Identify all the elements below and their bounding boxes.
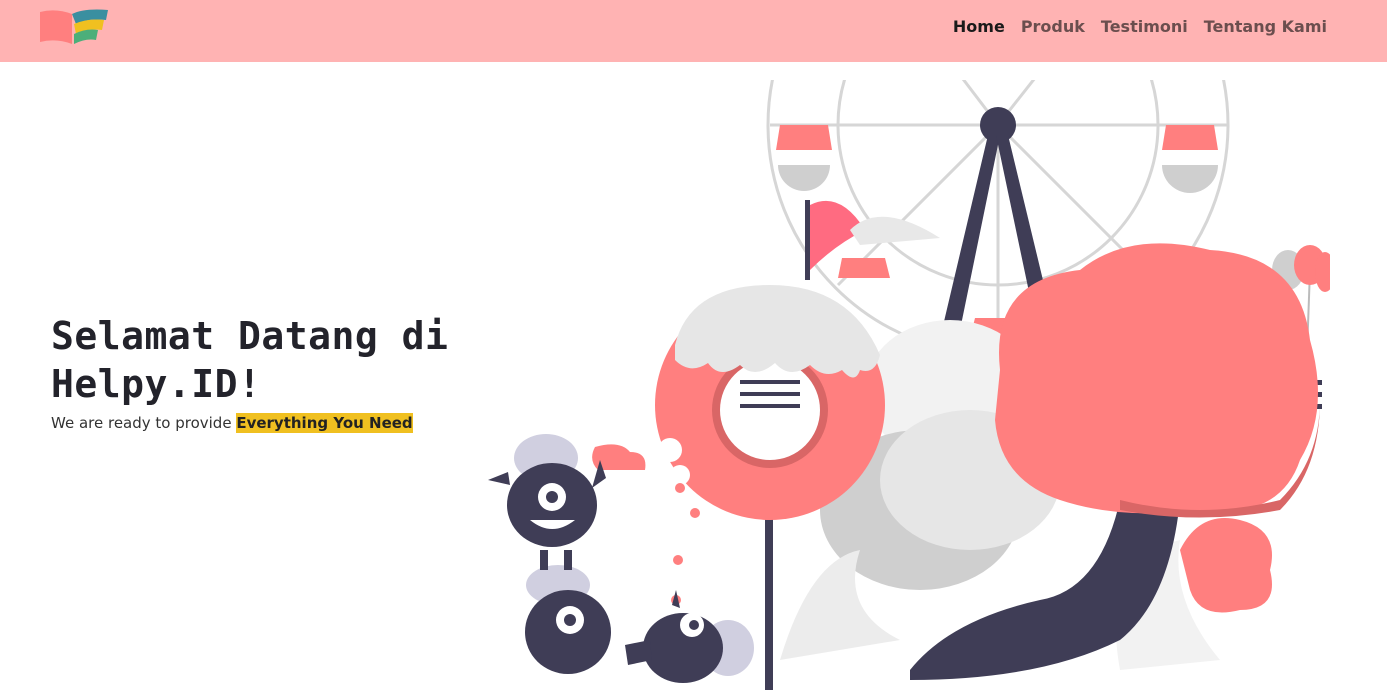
main-nav: Home Produk Testimoni Tentang Kami	[953, 17, 1327, 36]
hero-subtitle-prefix: We are ready to provide	[51, 414, 237, 432]
hero-title: Selamat Datang di Helpy.ID!	[51, 312, 471, 408]
hero-title-line2: Helpy.ID!	[51, 362, 262, 406]
nav-home-link[interactable]: Home	[953, 17, 1005, 36]
nav-produk-link[interactable]: Produk	[1021, 17, 1085, 36]
hero-subtitle-highlight: Everything You Need	[236, 413, 413, 433]
hero-subtitle: We are ready to provide Everything You N…	[51, 413, 471, 433]
amusement-park-illustration	[480, 0, 1335, 690]
hero-title-line1: Selamat Datang di	[51, 314, 449, 358]
logo-icon[interactable]	[40, 8, 110, 48]
navbar: Home Produk Testimoni Tentang Kami	[0, 0, 1387, 62]
nav-tentang-kami-link[interactable]: Tentang Kami	[1204, 17, 1327, 36]
hero-section: Selamat Datang di Helpy.ID! We are ready…	[51, 312, 471, 433]
nav-testimoni-link[interactable]: Testimoni	[1101, 17, 1188, 36]
crumbs	[671, 483, 700, 605]
